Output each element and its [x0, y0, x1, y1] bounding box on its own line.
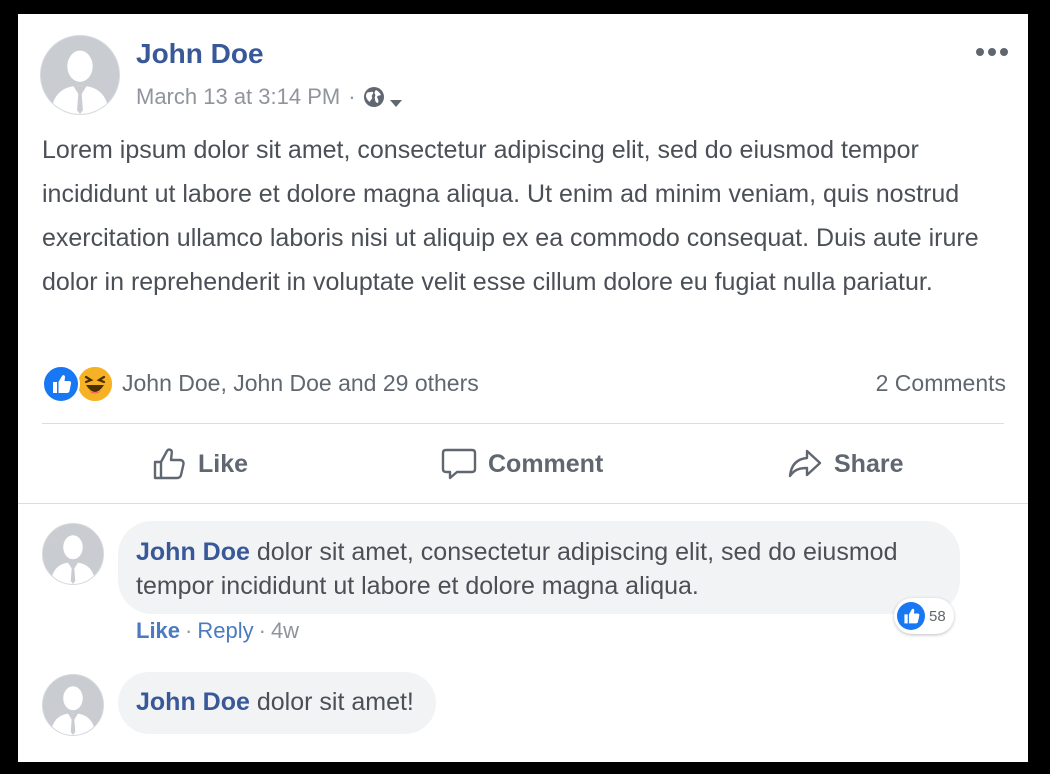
comment-age[interactable]: 4w	[271, 618, 299, 644]
comment-author-name[interactable]: John Doe	[136, 538, 250, 566]
share-button-label: Share	[834, 449, 904, 478]
comment-avatar[interactable]	[42, 523, 104, 585]
default-user-icon	[43, 675, 103, 735]
default-user-icon	[41, 36, 119, 114]
default-user-icon	[43, 524, 103, 584]
avatar[interactable]	[40, 35, 120, 115]
like-reaction-icon	[897, 602, 925, 630]
post-meta: March 13 at 3:14 PM ·	[136, 84, 403, 110]
reactions-summary[interactable]: John Doe, John Doe and 29 others 2 Comme…	[42, 364, 1006, 404]
comment-like-link[interactable]: Like	[136, 618, 180, 644]
comment-actions: Like · Reply · 4w	[136, 618, 299, 644]
comment-reaction-badge[interactable]: 58	[894, 598, 954, 634]
comment-bubble: John Doe dolor sit amet!	[118, 672, 436, 734]
comment-button[interactable]: Comment	[440, 442, 603, 486]
comment-action-separator: ·	[185, 618, 193, 643]
post-body: Lorem ipsum dolor sit amet, consectetur …	[42, 136, 979, 296]
comment-reaction-count: 58	[929, 607, 946, 625]
like-button-label: Like	[198, 449, 249, 478]
globe-icon[interactable]	[362, 85, 386, 109]
more-options-icon[interactable]	[976, 46, 1008, 58]
comment-icon	[441, 448, 477, 480]
post-header: John Doe March 13 at 3:14 PM ·	[18, 14, 1028, 124]
section-divider	[18, 503, 1028, 504]
post-author-name[interactable]: John Doe	[136, 38, 264, 70]
post-card: John Doe March 13 at 3:14 PM · Lorem ips…	[18, 14, 1028, 762]
reaction-icons[interactable]	[42, 364, 118, 404]
share-button[interactable]: Share	[786, 442, 903, 486]
reactions-text[interactable]: John Doe, John Doe and 29 others	[122, 370, 479, 397]
meta-separator: ·	[348, 84, 356, 109]
comment-button-label: Comment	[488, 449, 604, 478]
comment-text: dolor sit amet, consectetur adipiscing e…	[136, 538, 898, 600]
comment-bubble: John Doe dolor sit amet, consectetur adi…	[118, 521, 960, 614]
comment-action-separator: ·	[258, 618, 266, 643]
comment-avatar[interactable]	[42, 674, 104, 736]
post-actions: Like Comment Share	[18, 428, 1028, 500]
chevron-down-icon[interactable]	[389, 90, 403, 107]
haha-reaction-icon	[76, 365, 114, 403]
post-timestamp[interactable]: March 13 at 3:14 PM	[136, 84, 340, 110]
comment-reply-link[interactable]: Reply	[197, 618, 253, 644]
divider	[42, 423, 1004, 424]
like-button[interactable]: Like	[150, 442, 248, 486]
comment-author-name[interactable]: John Doe	[136, 688, 250, 716]
comment-text: dolor sit amet!	[256, 688, 414, 716]
share-arrow-icon	[788, 449, 822, 478]
like-reaction-icon	[42, 365, 80, 403]
thumbs-up-icon	[153, 448, 185, 480]
comments-count[interactable]: 2 Comments	[876, 370, 1006, 397]
